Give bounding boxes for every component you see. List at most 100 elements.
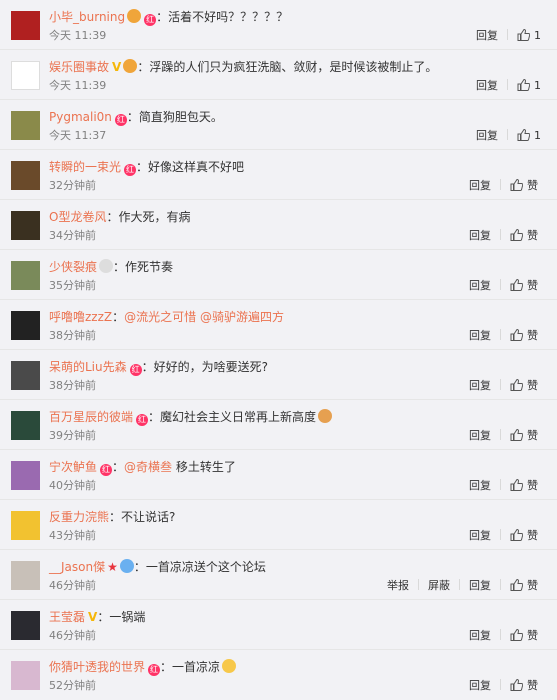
reply-button[interactable]: 回复 xyxy=(469,229,491,243)
thumbs-up-icon xyxy=(510,429,523,441)
reply-button[interactable]: 回复 xyxy=(476,129,498,143)
comment-time: 38分钟前 xyxy=(49,379,96,392)
like-button[interactable]: 赞 xyxy=(510,429,538,443)
divider xyxy=(500,329,501,340)
comment-username[interactable]: 呼噜噜zzzZ xyxy=(49,310,112,324)
comment-username[interactable]: 你猜叶透我的世界 xyxy=(49,660,145,674)
block-button[interactable]: 屏蔽 xyxy=(428,579,450,593)
avatar[interactable] xyxy=(11,161,40,190)
like-button[interactable]: 赞 xyxy=(510,479,538,493)
comment-time: 32分钟前 xyxy=(49,179,96,192)
report-button[interactable]: 举报 xyxy=(387,579,409,593)
like-button[interactable]: 1 xyxy=(517,129,541,143)
reply-button[interactable]: 回复 xyxy=(469,679,491,693)
divider xyxy=(507,79,508,90)
comment-username[interactable]: 百万星辰的彼端 xyxy=(49,410,133,424)
thumbs-up-icon xyxy=(510,679,523,691)
like-button[interactable]: 赞 xyxy=(510,379,538,393)
reply-button[interactable]: 回复 xyxy=(469,179,491,193)
avatar[interactable] xyxy=(11,111,40,140)
like-button[interactable]: 赞 xyxy=(510,329,538,343)
divider xyxy=(500,529,501,540)
like-button[interactable]: 赞 xyxy=(510,579,538,593)
comment-text: 一锅端 xyxy=(109,610,146,624)
avatar[interactable] xyxy=(11,611,40,640)
comment-text: 好好的，为啥要送死? xyxy=(153,360,269,374)
comment-username[interactable]: 少侠裂痕 xyxy=(49,260,97,274)
divider xyxy=(500,429,501,440)
red-badge-icon: 红 xyxy=(114,114,127,126)
reply-button[interactable]: 回复 xyxy=(469,529,491,543)
avatar[interactable] xyxy=(11,411,40,440)
like-button[interactable]: 赞 xyxy=(510,229,538,243)
comment-text: 一首凉凉送个这个论坛 xyxy=(145,560,266,574)
thumbs-up-icon xyxy=(510,179,523,191)
like-button[interactable]: 1 xyxy=(517,79,541,93)
comment-username[interactable]: Pygmali0n xyxy=(49,110,112,124)
red-badge-icon: 红 xyxy=(148,664,161,676)
thumbs-up-icon xyxy=(510,279,523,291)
emoji-icon xyxy=(123,59,138,73)
avatar[interactable] xyxy=(11,311,40,340)
thumbs-up-icon xyxy=(510,629,523,641)
comment-username[interactable]: O型龙卷风 xyxy=(49,210,106,224)
reply-button[interactable]: 回复 xyxy=(469,329,491,343)
red-badge-icon: 红 xyxy=(129,364,142,376)
like-button[interactable]: 赞 xyxy=(510,179,538,193)
comment-username[interactable]: 转瞬的一束光 xyxy=(49,160,121,174)
comment-item: 转瞬的一束光红：好像这样真不好吧 32分钟前 回复赞 xyxy=(0,150,557,200)
thumbs-up-icon xyxy=(517,79,530,91)
like-label: 赞 xyxy=(527,379,538,392)
comment-username[interactable]: 小毕_burning xyxy=(49,10,125,24)
avatar[interactable] xyxy=(11,561,40,590)
reply-button[interactable]: 回复 xyxy=(469,479,491,493)
like-button[interactable]: 赞 xyxy=(510,679,538,693)
reply-button[interactable]: 回复 xyxy=(476,29,498,43)
reply-button[interactable]: 回复 xyxy=(469,579,491,593)
avatar[interactable] xyxy=(11,61,40,90)
avatar[interactable] xyxy=(11,211,40,240)
like-button[interactable]: 赞 xyxy=(510,629,538,643)
reply-button[interactable]: 回复 xyxy=(469,279,491,293)
thumbs-up-icon xyxy=(517,129,530,141)
comment-username[interactable]: 宁次鲈鱼 xyxy=(49,460,97,474)
avatar[interactable] xyxy=(11,511,40,540)
like-button[interactable]: 1 xyxy=(517,29,541,43)
avatar[interactable] xyxy=(11,361,40,390)
avatar[interactable] xyxy=(11,661,40,690)
comment-username[interactable]: 王莹磊 xyxy=(49,610,85,624)
reply-button[interactable]: 回复 xyxy=(469,629,491,643)
comment-item: 少侠裂痕 ：作死节奏 35分钟前 回复赞 xyxy=(0,250,557,300)
like-count: 1 xyxy=(534,29,541,42)
comment-text: 一首凉凉 xyxy=(172,660,221,674)
smile-emoji-icon xyxy=(222,659,237,673)
star-icon: ★ xyxy=(107,560,118,574)
reply-button[interactable]: 回复 xyxy=(469,429,491,443)
like-button[interactable]: 赞 xyxy=(510,279,538,293)
reply-button[interactable]: 回复 xyxy=(469,379,491,393)
reply-button[interactable]: 回复 xyxy=(476,79,498,93)
avatar[interactable] xyxy=(11,11,40,40)
divider xyxy=(500,629,501,640)
divider xyxy=(418,579,419,590)
comment-time: 今天 11:39 xyxy=(49,79,107,92)
avatar[interactable] xyxy=(11,261,40,290)
comment-time: 今天 11:39 xyxy=(49,29,107,42)
divider xyxy=(507,29,508,40)
comment-item: 宁次鲈鱼红：@奇横叁 移土转生了 40分钟前 回复赞 xyxy=(0,450,557,500)
comment-username[interactable]: __Jason傑 xyxy=(49,560,105,574)
comment-text: 简直狗胆包天。 xyxy=(138,110,223,124)
mention-link[interactable]: @骑驴游遍四方 xyxy=(200,310,284,324)
like-label: 赞 xyxy=(527,429,538,442)
mention-link[interactable]: @奇横叁 xyxy=(124,460,172,474)
avatar[interactable] xyxy=(11,461,40,490)
comment-username[interactable]: 反重力浣熊 xyxy=(49,510,109,524)
comment-username[interactable]: 呆萌的Liu先森 xyxy=(49,360,127,374)
thumbs-up-icon xyxy=(517,29,530,41)
comment-text: 移土转生了 xyxy=(175,460,236,474)
comment-username[interactable]: 娱乐圈事故 xyxy=(49,60,109,74)
like-count: 1 xyxy=(534,79,541,92)
mention-link[interactable]: @流光之可惜 xyxy=(124,310,196,324)
divider xyxy=(507,129,508,140)
like-button[interactable]: 赞 xyxy=(510,529,538,543)
